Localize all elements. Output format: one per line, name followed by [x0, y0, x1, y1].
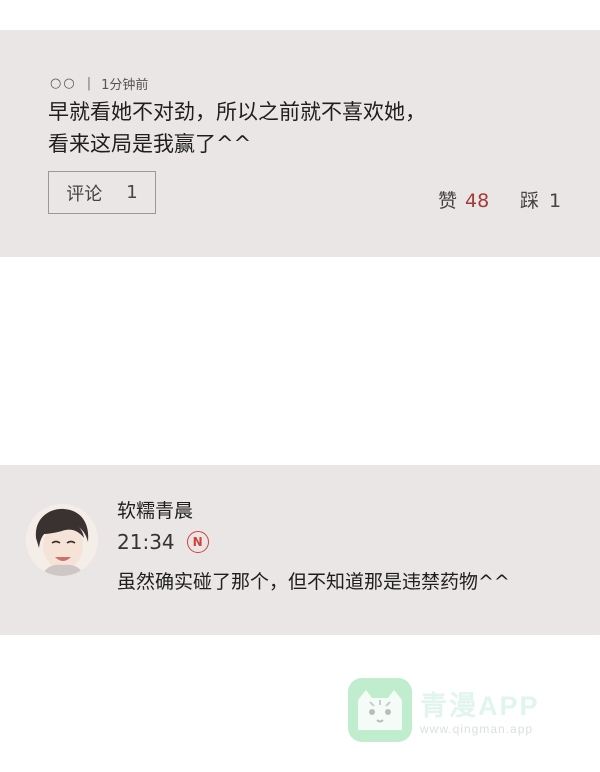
message-time: 21:34: [117, 530, 175, 554]
reply-count: 1: [126, 182, 138, 203]
reply-button[interactable]: 评论 1: [48, 171, 156, 214]
comment-line: 看来这局是我赢了^^: [48, 132, 252, 156]
comment-card: ○○ | 1分钟前 早就看她不对劲，所以之前就不喜欢她， 看来这局是我赢了^^ …: [0, 30, 600, 257]
meta-separator: |: [86, 76, 92, 91]
watermark-title: 青漫APP: [420, 691, 540, 721]
like-count: 48: [465, 190, 490, 212]
avatar[interactable]: [26, 504, 98, 576]
comment-body: 早就看她不对劲，所以之前就不喜欢她， 看来这局是我赢了^^: [48, 96, 568, 160]
new-badge-icon: N: [186, 531, 209, 553]
comment-timestamp: 1分钟前: [101, 78, 149, 93]
reply-label: 评论: [66, 183, 103, 205]
cat-logo-icon: [348, 678, 412, 742]
comment-line: 早就看她不对劲，所以之前就不喜欢她，: [48, 100, 426, 124]
comment-meta: ○○ | 1分钟前: [50, 74, 148, 93]
watermark: 青漫APP www.qingman.app: [348, 676, 558, 746]
message-time-row: 21:34 N: [117, 530, 209, 554]
chat-message: 软糯青晨 21:34 N 虽然确实碰了那个，但不知道那是违禁药物^^: [0, 465, 600, 635]
avatar-portrait-icon: [26, 504, 98, 576]
watermark-url: www.qingman.app: [420, 722, 534, 736]
dislike-button[interactable]: 踩1: [520, 186, 561, 213]
message-username[interactable]: 软糯青晨: [117, 496, 193, 523]
dislike-label: 踩: [520, 190, 540, 212]
like-button[interactable]: 赞 48: [438, 186, 489, 213]
like-label: 赞: [438, 190, 458, 212]
comment-author[interactable]: ○○: [50, 76, 77, 91]
message-body: 虽然确实碰了那个，但不知道那是违禁药物^^: [117, 571, 510, 593]
dislike-count: 1: [549, 190, 562, 212]
